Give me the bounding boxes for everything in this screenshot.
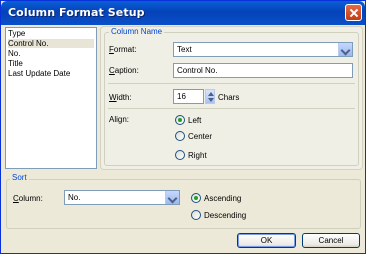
column-name-legend: Column Name bbox=[109, 27, 165, 36]
title-bar[interactable]: Column Format Setup bbox=[1, 1, 365, 25]
align-center-radio[interactable] bbox=[175, 131, 185, 141]
sort-column-label: Column: bbox=[13, 194, 43, 203]
descending-label[interactable]: Descending bbox=[204, 211, 246, 220]
align-center-label[interactable]: Center bbox=[188, 132, 212, 141]
ascending-label[interactable]: Ascending bbox=[204, 194, 241, 203]
align-left-label[interactable]: Left bbox=[188, 116, 201, 125]
list-item[interactable]: No. bbox=[8, 49, 94, 58]
divider bbox=[108, 83, 355, 84]
format-select[interactable]: Text bbox=[173, 42, 353, 57]
width-input[interactable]: 16 bbox=[173, 89, 204, 104]
align-left-radio[interactable] bbox=[175, 115, 185, 125]
window-title: Column Format Setup bbox=[8, 6, 145, 19]
width-stepper[interactable] bbox=[205, 89, 215, 104]
width-unit-label: Chars bbox=[218, 93, 240, 102]
column-properties-panel: Column Name Format: Text Caption: Contro… bbox=[100, 26, 363, 170]
chevron-down-icon[interactable] bbox=[165, 191, 179, 204]
spin-up-icon[interactable] bbox=[208, 92, 214, 96]
columns-list[interactable]: Type Control No. No. Title Last Update D… bbox=[5, 27, 97, 169]
format-value: Text bbox=[177, 45, 192, 54]
sort-legend: Sort bbox=[10, 173, 29, 182]
caption-input[interactable]: Control No. bbox=[173, 63, 353, 78]
list-item[interactable]: Control No. bbox=[8, 39, 94, 48]
ok-button[interactable]: OK bbox=[237, 233, 296, 248]
sort-group bbox=[6, 179, 361, 229]
align-label: Align: bbox=[109, 115, 130, 124]
ascending-radio[interactable] bbox=[191, 193, 201, 203]
descending-radio[interactable] bbox=[191, 210, 201, 220]
dialog-window: Column Format Setup Type Control No. No.… bbox=[0, 0, 366, 254]
divider bbox=[108, 108, 355, 109]
list-item[interactable]: Last Update Date bbox=[8, 69, 94, 78]
sort-column-value: No. bbox=[68, 193, 81, 202]
cancel-button[interactable]: Cancel bbox=[302, 233, 360, 248]
chevron-down-icon[interactable] bbox=[338, 43, 352, 56]
format-label: Format: bbox=[109, 45, 137, 54]
list-item[interactable]: Type bbox=[8, 29, 94, 38]
spin-down-icon[interactable] bbox=[208, 98, 214, 102]
align-right-label[interactable]: Right bbox=[188, 151, 207, 160]
close-button[interactable] bbox=[345, 4, 362, 21]
list-item[interactable]: Title bbox=[8, 59, 94, 68]
align-right-radio[interactable] bbox=[175, 150, 185, 160]
sort-column-select[interactable]: No. bbox=[64, 190, 180, 205]
caption-label: Caption: bbox=[109, 66, 139, 75]
width-label: Width: bbox=[109, 93, 132, 102]
